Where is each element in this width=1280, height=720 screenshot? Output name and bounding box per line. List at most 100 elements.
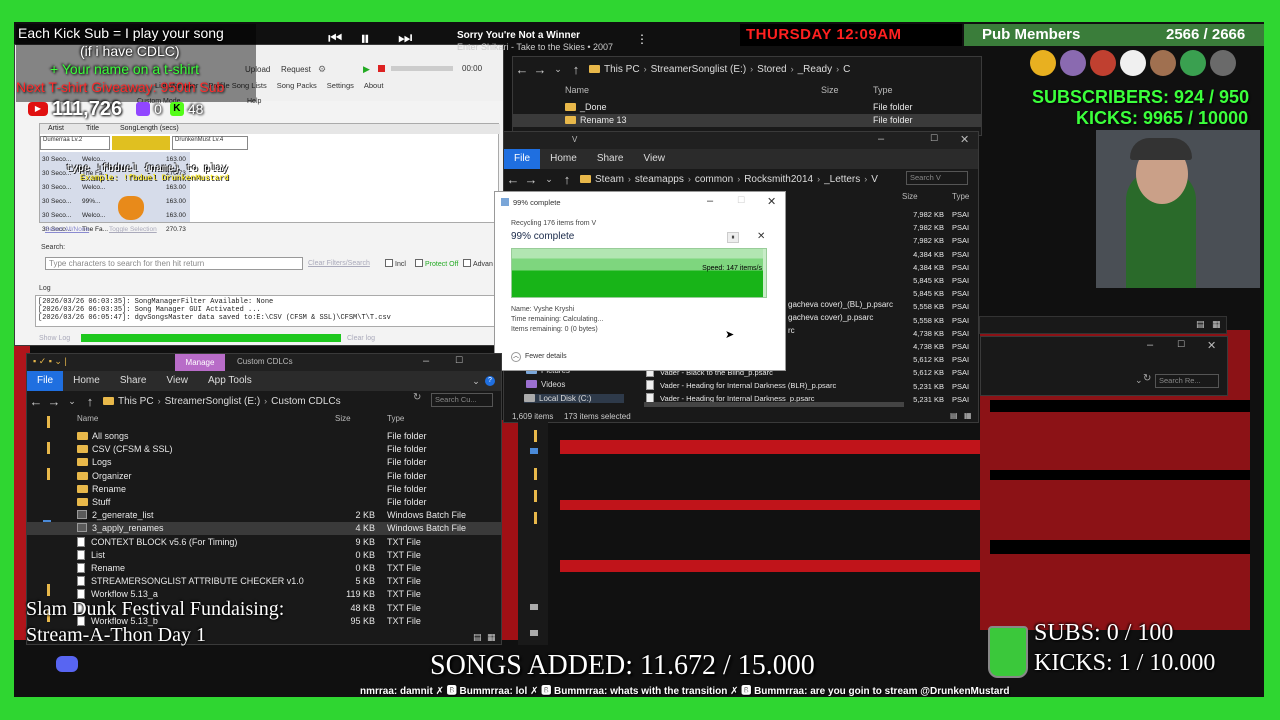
fewer-details-button[interactable]: ︿ Fewer details [511,352,567,362]
crumb[interactable]: C [843,64,850,75]
chevron-down-icon[interactable]: ⌄ [549,64,567,75]
tab-settings[interactable]: Settings [327,81,354,93]
details-view-icon[interactable]: ▤ [950,411,958,420]
search-input[interactable]: Type characters to search for then hit r… [45,257,303,270]
col-title[interactable]: Title [86,125,99,132]
crumb[interactable]: StreamerSonglist (E:) [651,64,747,75]
forward-icon[interactable]: → [531,62,549,77]
minimize-icon[interactable]: – [878,133,884,145]
crumb[interactable]: _Ready [798,64,832,75]
file-row[interactable]: Logs File folder [27,456,501,469]
crumb[interactable]: This PC [118,396,154,407]
previous-track-button[interactable]: ⏮ [328,30,342,48]
tab-view[interactable]: View [157,371,199,391]
clear-filters-link[interactable]: Clear Filters/Search [308,260,370,267]
crumb[interactable]: _Letters [824,174,860,185]
folder-icon[interactable] [534,490,537,502]
nav-pane-item[interactable]: Local Disk (C:) [524,394,624,403]
back-icon[interactable]: ← [513,62,531,77]
song-row[interactable]: 30 Seco... Welco... 163.00 [42,182,192,194]
col-type[interactable]: Type [873,85,893,95]
maximize-icon[interactable]: ☐ [930,133,938,144]
desktop-icon[interactable] [530,448,538,454]
stop-icon[interactable] [378,65,385,72]
pause-button[interactable]: ⏸ [360,28,370,51]
back-icon[interactable]: ← [27,394,45,409]
tab-view[interactable]: View [634,149,676,169]
col-name[interactable]: Name [565,85,589,95]
chevron-down-icon[interactable]: ⌄ [63,396,81,407]
forward-icon[interactable]: → [45,394,63,409]
pause-button[interactable]: ⏸ [727,232,739,243]
chevron-down-icon[interactable]: ⌄ [1135,375,1143,386]
toggle-selection-link[interactable]: Toggle Selection [109,226,157,233]
cancel-icon[interactable]: ✕ [757,231,765,242]
folder-icon[interactable] [534,468,537,480]
file-row[interactable]: _Done File folder [513,101,981,114]
clear-log-link[interactable]: Clear log [347,335,375,342]
protect-off-checkbox[interactable]: Protect Off [415,259,458,268]
tab-share[interactable]: Share [110,371,157,391]
more-options-icon[interactable]: ⋮ [636,32,648,46]
tiles-view-icon[interactable]: ▦ [964,411,972,420]
crumb[interactable]: V [871,174,878,185]
seek-bar[interactable] [391,66,453,71]
tab-home[interactable]: Home [540,149,587,169]
show-log-link[interactable]: Show Log [39,335,70,342]
col-songlength[interactable]: SongLength (secs) [120,125,179,132]
tab-file[interactable]: File [27,371,64,391]
next-track-button[interactable]: ⏭ [398,30,412,48]
crumb[interactable]: common [695,174,733,185]
file-row[interactable]: Rename 0 KB TXT File [27,562,501,575]
col-size[interactable]: Size [902,192,918,201]
crumb[interactable]: This PC [604,64,640,75]
select-all-link[interactable]: Select All/None [45,226,89,233]
horizontal-scrollbar[interactable] [644,402,904,407]
maximize-icon[interactable]: ☐ [737,195,745,206]
quick-access-star-icon[interactable] [47,416,50,428]
play-icon[interactable]: ▶ [363,64,370,75]
up-icon[interactable]: ↑ [81,394,99,409]
crumb[interactable]: Stored [757,64,786,75]
nav-pane-item[interactable]: Videos [526,380,565,389]
tiles-view-icon[interactable]: ▦ [1212,319,1221,330]
file-row[interactable]: Organizer File folder [27,470,501,483]
tab-share[interactable]: Share [587,149,634,169]
search-box[interactable]: Search Re... [1155,374,1219,388]
chevron-down-icon[interactable]: ⌄ [467,376,485,387]
col-name[interactable]: Name [77,414,98,423]
include-checkbox[interactable]: Incl [385,259,406,268]
details-view-icon[interactable]: ▤ [1196,319,1205,330]
tiles-view-icon[interactable]: ▦ [487,632,496,643]
file-row[interactable]: All songs File folder [27,430,501,443]
minimize-icon[interactable]: – [707,195,713,207]
details-view-icon[interactable]: ▤ [473,632,482,643]
file-row[interactable]: Stuff File folder [27,496,501,509]
col-size[interactable]: Size [821,85,839,95]
file-row[interactable]: CONTEXT BLOCK v5.6 (For Timing) 9 KB TXT F… [27,536,501,549]
tab-about[interactable]: About [364,81,384,93]
file-row[interactable]: 3_apply_renames 4 KB Windows Batch File [27,522,501,536]
crumb[interactable]: Steam [595,174,624,185]
crumb[interactable]: Custom CDLCs [271,396,340,407]
crumb[interactable]: Rocksmith2014 [744,174,813,185]
up-icon[interactable]: ↑ [558,172,576,187]
col-artist[interactable]: Artist [48,125,64,132]
forward-icon[interactable]: → [522,172,540,187]
folder-icon[interactable] [534,430,537,442]
minimize-icon[interactable]: – [423,355,429,367]
manage-tab[interactable]: Manage [175,354,225,371]
refresh-icon[interactable]: ↻ [1143,373,1151,384]
back-icon[interactable]: ← [504,172,522,187]
file-row[interactable]: Rename File folder [27,483,501,496]
quick-access-icons[interactable]: ▪ ✓ ▪ ⌄ | [33,356,67,367]
refresh-icon[interactable]: ↻ [413,392,421,403]
song-row[interactable]: 30 Seco... Welco... 163.00 [42,210,192,222]
up-icon[interactable]: ↑ [567,62,585,77]
advanced-checkbox[interactable]: Advan [463,259,493,268]
col-type[interactable]: Type [387,414,404,423]
file-row[interactable]: List 0 KB TXT File [27,549,501,562]
crumb[interactable]: steamapps [635,174,684,185]
file-row[interactable]: Rename 13 File folder [513,114,981,127]
minimize-icon[interactable]: – [1147,339,1153,351]
